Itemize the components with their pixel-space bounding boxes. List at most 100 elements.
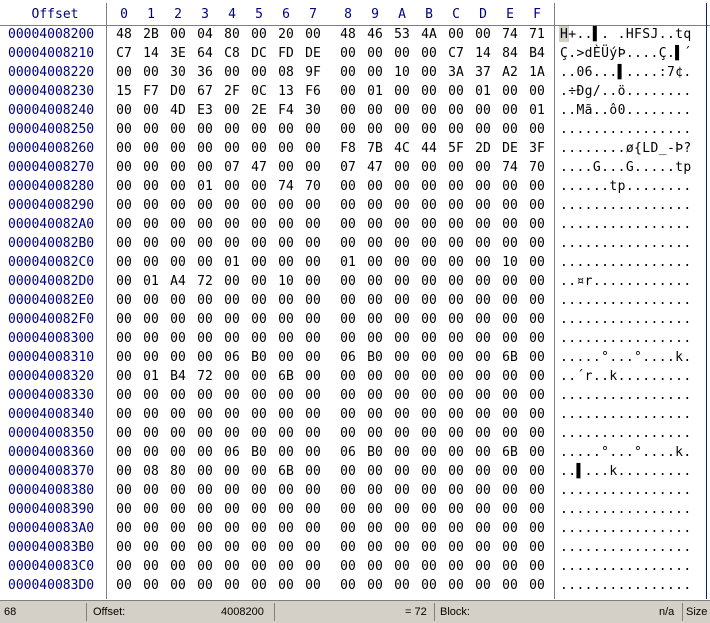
hex-byte[interactable]: 00: [195, 462, 215, 481]
hex-byte[interactable]: 00: [527, 291, 547, 310]
hex-byte[interactable]: 00: [527, 576, 547, 595]
hex-byte[interactable]: 00: [473, 101, 493, 120]
hex-byte[interactable]: DE: [500, 139, 520, 158]
ascii-text[interactable]: ................: [560, 291, 692, 310]
ascii-text[interactable]: ................: [560, 386, 692, 405]
hex-row[interactable]: 000040082F0 00 00 00 00 00 00 00 00 00 00 00 00 00 00 0…: [0, 310, 710, 329]
hex-byte[interactable]: 00: [276, 424, 296, 443]
hex-byte[interactable]: 00: [303, 367, 323, 386]
hex-byte[interactable]: 00: [419, 481, 439, 500]
hex-byte[interactable]: 00: [446, 500, 466, 519]
hex-byte[interactable]: 00: [365, 63, 385, 82]
hex-byte[interactable]: 00: [419, 519, 439, 538]
hex-byte[interactable]: B0: [365, 348, 385, 367]
hex-byte[interactable]: 00: [303, 462, 323, 481]
hex-byte[interactable]: 00: [276, 291, 296, 310]
hex-byte[interactable]: 00: [365, 44, 385, 63]
hex-byte[interactable]: 00: [419, 557, 439, 576]
hex-byte[interactable]: 00: [168, 557, 188, 576]
hex-byte[interactable]: 00: [303, 120, 323, 139]
hex-byte[interactable]: 4C: [392, 139, 412, 158]
hex-byte[interactable]: 06: [222, 443, 242, 462]
hex-byte[interactable]: 10: [500, 253, 520, 272]
hex-byte[interactable]: 00: [392, 101, 412, 120]
hex-byte[interactable]: 00: [365, 424, 385, 443]
hex-byte[interactable]: 00: [249, 310, 269, 329]
hex-byte[interactable]: 00: [303, 405, 323, 424]
hex-byte[interactable]: 37: [473, 63, 493, 82]
hex-byte[interactable]: 00: [195, 386, 215, 405]
hex-byte[interactable]: 00: [419, 500, 439, 519]
hex-byte[interactable]: 3A: [446, 63, 466, 82]
hex-byte[interactable]: 00: [527, 348, 547, 367]
hex-byte[interactable]: 00: [114, 234, 134, 253]
hex-byte[interactable]: 00: [365, 329, 385, 348]
hex-byte[interactable]: B4: [168, 367, 188, 386]
hex-row[interactable]: 000040082E0 00 00 00 00 00 00 00 00 00 00 00 00 00 00 0…: [0, 291, 710, 310]
hex-byte[interactable]: 00: [168, 177, 188, 196]
hex-byte[interactable]: 00: [276, 500, 296, 519]
hex-row[interactable]: 000040083D0 00 00 00 00 00 00 00 00 00 00 00 00 00 00 0…: [0, 576, 710, 595]
hex-byte[interactable]: 00: [473, 538, 493, 557]
hex-byte[interactable]: 00: [500, 234, 520, 253]
hex-byte[interactable]: 10: [276, 272, 296, 291]
hex-byte[interactable]: 00: [500, 367, 520, 386]
hex-byte[interactable]: 00: [114, 500, 134, 519]
hex-byte[interactable]: 00: [338, 424, 358, 443]
hex-row[interactable]: 00004008350 00 00 00 00 00 00 00 00 00 00 00 00 00 00 0…: [0, 424, 710, 443]
hex-byte[interactable]: 00: [222, 101, 242, 120]
hex-byte[interactable]: 00: [500, 576, 520, 595]
hex-byte[interactable]: 00: [222, 500, 242, 519]
hex-byte[interactable]: 00: [392, 386, 412, 405]
hex-byte[interactable]: 4D: [168, 101, 188, 120]
hex-byte[interactable]: 80: [168, 462, 188, 481]
hex-byte[interactable]: 00: [473, 500, 493, 519]
hex-byte[interactable]: A2: [500, 63, 520, 82]
hex-byte[interactable]: 00: [276, 329, 296, 348]
hex-byte[interactable]: 00: [365, 291, 385, 310]
hex-byte[interactable]: 00: [249, 424, 269, 443]
hex-byte[interactable]: 00: [446, 519, 466, 538]
hex-row[interactable]: 00004008290 00 00 00 00 00 00 00 00 00 00 00 00 00 00 0…: [0, 196, 710, 215]
hex-byte[interactable]: 00: [141, 196, 161, 215]
hex-byte[interactable]: 00: [473, 177, 493, 196]
hex-byte[interactable]: A4: [168, 272, 188, 291]
hex-byte[interactable]: 00: [249, 329, 269, 348]
hex-byte[interactable]: 30: [303, 101, 323, 120]
hex-byte[interactable]: C7: [446, 44, 466, 63]
hex-byte[interactable]: 00: [446, 291, 466, 310]
hex-byte[interactable]: 00: [114, 63, 134, 82]
hex-byte[interactable]: 00: [446, 424, 466, 443]
hex-byte[interactable]: 08: [141, 462, 161, 481]
hex-byte[interactable]: 00: [365, 462, 385, 481]
hex-byte[interactable]: 00: [249, 272, 269, 291]
hex-byte[interactable]: 00: [527, 538, 547, 557]
hex-byte[interactable]: 00: [419, 82, 439, 101]
hex-byte[interactable]: 00: [276, 405, 296, 424]
hex-byte[interactable]: 00: [141, 215, 161, 234]
hex-byte[interactable]: 00: [141, 291, 161, 310]
hex-byte[interactable]: 00: [249, 576, 269, 595]
hex-byte[interactable]: 00: [303, 234, 323, 253]
hex-byte[interactable]: 00: [114, 424, 134, 443]
hex-byte[interactable]: 00: [446, 443, 466, 462]
hex-byte[interactable]: 00: [365, 215, 385, 234]
hex-byte[interactable]: 00: [527, 272, 547, 291]
hex-byte[interactable]: 00: [392, 329, 412, 348]
hex-byte[interactable]: 00: [419, 386, 439, 405]
hex-byte[interactable]: 00: [249, 462, 269, 481]
hex-byte[interactable]: 00: [195, 329, 215, 348]
hex-byte[interactable]: 00: [168, 424, 188, 443]
hex-byte[interactable]: 00: [168, 234, 188, 253]
hex-row[interactable]: 00004008380 00 00 00 00 00 00 00 00 00 00 00 00 00 00 0…: [0, 481, 710, 500]
hex-byte[interactable]: 00: [222, 272, 242, 291]
hex-byte[interactable]: 00: [222, 386, 242, 405]
hex-byte[interactable]: 1A: [527, 63, 547, 82]
hex-byte[interactable]: 00: [392, 538, 412, 557]
hex-byte[interactable]: 00: [419, 101, 439, 120]
hex-byte[interactable]: 00: [338, 329, 358, 348]
hex-byte[interactable]: 00: [392, 405, 412, 424]
hex-byte[interactable]: 00: [303, 291, 323, 310]
hex-byte[interactable]: 0C: [249, 82, 269, 101]
hex-byte[interactable]: 00: [500, 386, 520, 405]
